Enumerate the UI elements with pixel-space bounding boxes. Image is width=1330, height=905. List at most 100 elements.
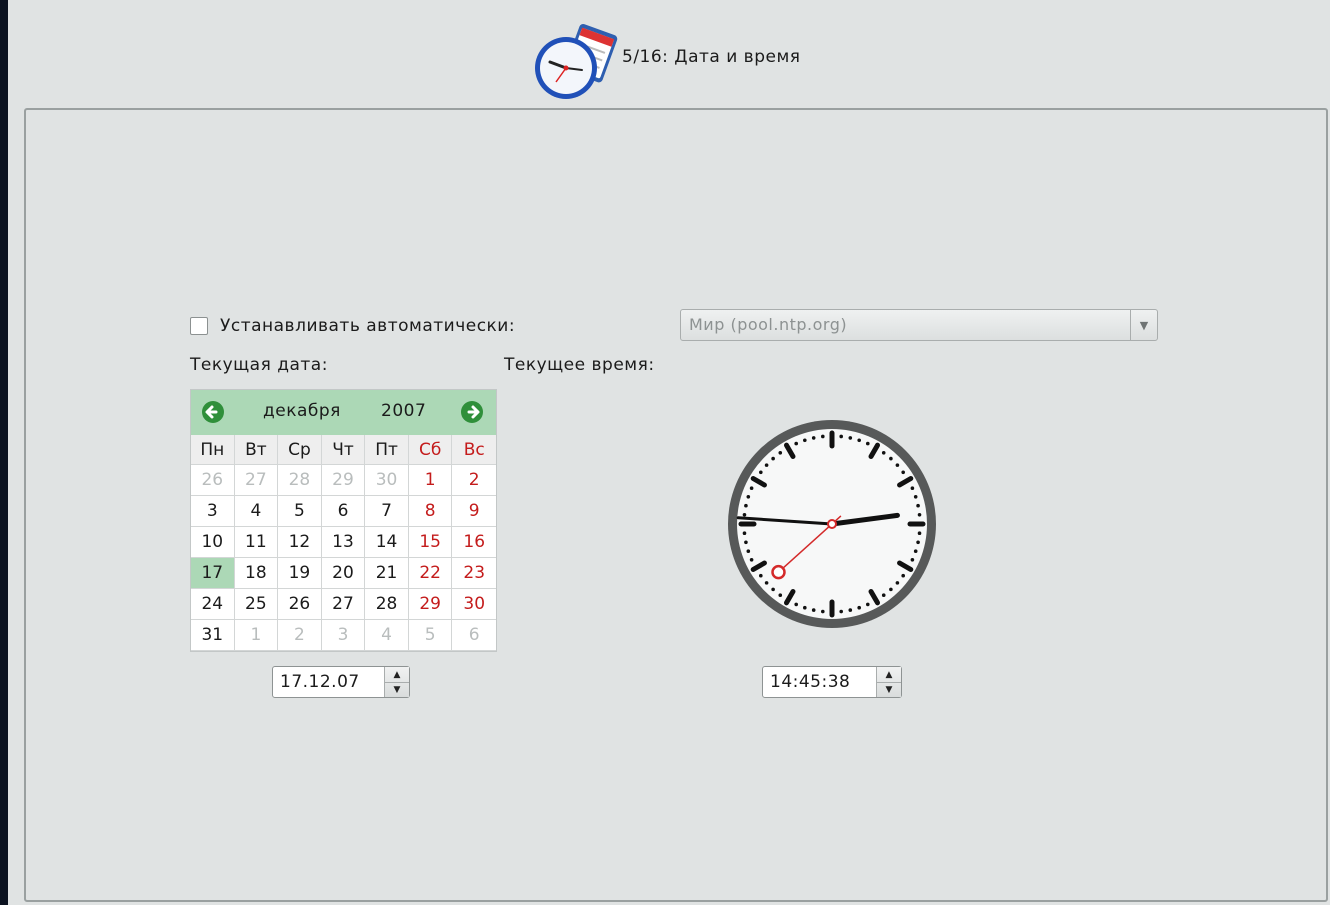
calendar-day[interactable]: 10 [191, 527, 235, 558]
minute-tick [910, 557, 915, 562]
calendar-day[interactable]: 6 [321, 496, 366, 527]
calendar-day[interactable]: 25 [234, 589, 279, 620]
minute-tick [759, 470, 763, 475]
minute-tick [778, 451, 783, 455]
calendar-day[interactable]: 24 [191, 589, 235, 620]
calendar-day[interactable]: 4 [365, 620, 409, 651]
minute-tick [901, 470, 905, 475]
calendar-header: декабря 2007 [191, 390, 496, 435]
weekday-header: Ср [278, 435, 322, 465]
minute-tick [803, 438, 807, 443]
calendar-day[interactable]: 7 [365, 496, 409, 527]
calendar-day[interactable]: 30 [452, 589, 496, 620]
minute-tick [744, 540, 748, 545]
triangle-down-icon[interactable]: ▼ [385, 682, 409, 697]
time-spinbox[interactable]: 14:45:38 ▲ ▼ [762, 666, 902, 698]
arrow-right-icon[interactable] [460, 400, 484, 424]
calendar-day[interactable]: 2 [278, 620, 322, 651]
ntp-server-select[interactable]: Мир (pool.ntp.org) ▼ [680, 309, 1158, 341]
minute-tick [916, 503, 920, 508]
calendar-day[interactable]: 28 [365, 589, 409, 620]
minute-tick [889, 456, 893, 461]
minute-tick [744, 503, 748, 508]
date-spinbox[interactable]: 17.12.07 ▲ ▼ [272, 666, 410, 698]
calendar-day[interactable]: 6 [452, 620, 496, 651]
second-hand-tip [771, 564, 786, 580]
minute-tick [901, 573, 905, 578]
calendar-day[interactable]: 21 [365, 558, 409, 589]
minute-tick [857, 438, 861, 443]
time-value[interactable]: 14:45:38 [770, 672, 850, 692]
calendar-day[interactable]: 3 [191, 496, 235, 527]
minute-tick [895, 463, 900, 467]
calendar-day[interactable]: 23 [452, 558, 496, 589]
minute-tick [764, 463, 769, 467]
minute-tick [848, 608, 853, 612]
minute-tick [895, 581, 900, 585]
calendar-day[interactable]: 5 [278, 496, 322, 527]
chevron-down-icon[interactable]: ▼ [1130, 310, 1157, 340]
step-title: 5/16: Дата и время [622, 47, 801, 67]
minute-tick [848, 436, 853, 440]
ntp-server-value: Мир (pool.ntp.org) [689, 315, 848, 334]
calendar-day[interactable]: 29 [321, 465, 366, 496]
calendar: декабря 2007 Пн Вт Ср Чт Пт Сб Вс 26 27 28 29 30 1 2 3… [190, 389, 497, 652]
calendar-day[interactable]: 8 [408, 496, 453, 527]
date-spin-buttons: ▲ ▼ [384, 667, 409, 697]
clock-center [827, 519, 837, 529]
calendar-day[interactable]: 22 [408, 558, 453, 589]
date-value[interactable]: 17.12.07 [280, 672, 360, 692]
calendar-day[interactable]: 1 [234, 620, 279, 651]
minute-tick [821, 609, 825, 614]
calendar-day[interactable]: 1 [408, 465, 453, 496]
calendar-year[interactable]: 2007 [381, 401, 426, 421]
minute-tick [916, 540, 920, 545]
triangle-up-icon[interactable]: ▲ [877, 667, 901, 683]
calendar-day[interactable]: 28 [278, 465, 322, 496]
minute-tick [839, 609, 843, 614]
calendar-day[interactable]: 13 [321, 527, 366, 558]
calendar-day[interactable]: 4 [234, 496, 279, 527]
calendar-day[interactable]: 26 [278, 589, 322, 620]
calendar-day[interactable]: 27 [321, 589, 366, 620]
minute-tick [910, 486, 915, 491]
triangle-down-icon[interactable]: ▼ [877, 682, 901, 697]
minute-tick [742, 531, 747, 535]
calendar-day[interactable]: 14 [365, 527, 409, 558]
minute-tick [811, 608, 816, 612]
calendar-day[interactable]: 16 [452, 527, 496, 558]
calendar-day[interactable]: 18 [234, 558, 279, 589]
calendar-day[interactable]: 11 [234, 527, 279, 558]
calendar-day[interactable]: 19 [278, 558, 322, 589]
calendar-day[interactable]: 26 [191, 465, 235, 496]
minute-tick [794, 441, 799, 446]
calendar-day[interactable]: 31 [191, 620, 235, 651]
calendar-day[interactable]: 17 [191, 558, 235, 589]
triangle-up-icon[interactable]: ▲ [385, 667, 409, 683]
minute-tick [771, 456, 775, 461]
calendar-day[interactable]: 5 [408, 620, 453, 651]
calendar-day[interactable]: 3 [321, 620, 366, 651]
minute-tick [742, 513, 747, 517]
calendar-day[interactable]: 2 [452, 465, 496, 496]
calendar-day[interactable]: 30 [365, 465, 409, 496]
minute-tick [917, 513, 922, 517]
calendar-day[interactable]: 20 [321, 558, 366, 589]
weekday-header: Сб [408, 435, 453, 465]
content-panel: Устанавливать автоматически: Мир (pool.n… [24, 108, 1328, 902]
calendar-month[interactable]: декабря [263, 401, 341, 421]
minute-tick [821, 434, 825, 439]
calendar-day[interactable]: 27 [234, 465, 279, 496]
minute-tick [881, 451, 886, 455]
calendar-day[interactable]: 15 [408, 527, 453, 558]
minute-tick [865, 441, 870, 446]
calendar-grid: Пн Вт Ср Чт Пт Сб Вс 26 27 28 29 30 1 2 3 4 5 6 7 8 9 10 11 12 1… [191, 435, 496, 651]
auto-sync-row: Устанавливать автоматически: [190, 316, 515, 336]
calendar-day[interactable]: 29 [408, 589, 453, 620]
minute-tick [759, 573, 763, 578]
calendar-day[interactable]: 9 [452, 496, 496, 527]
auto-sync-label[interactable]: Устанавливать автоматически: [220, 316, 515, 336]
calendar-day[interactable]: 12 [278, 527, 322, 558]
arrow-left-icon[interactable] [201, 400, 225, 424]
auto-sync-checkbox[interactable] [190, 317, 208, 335]
